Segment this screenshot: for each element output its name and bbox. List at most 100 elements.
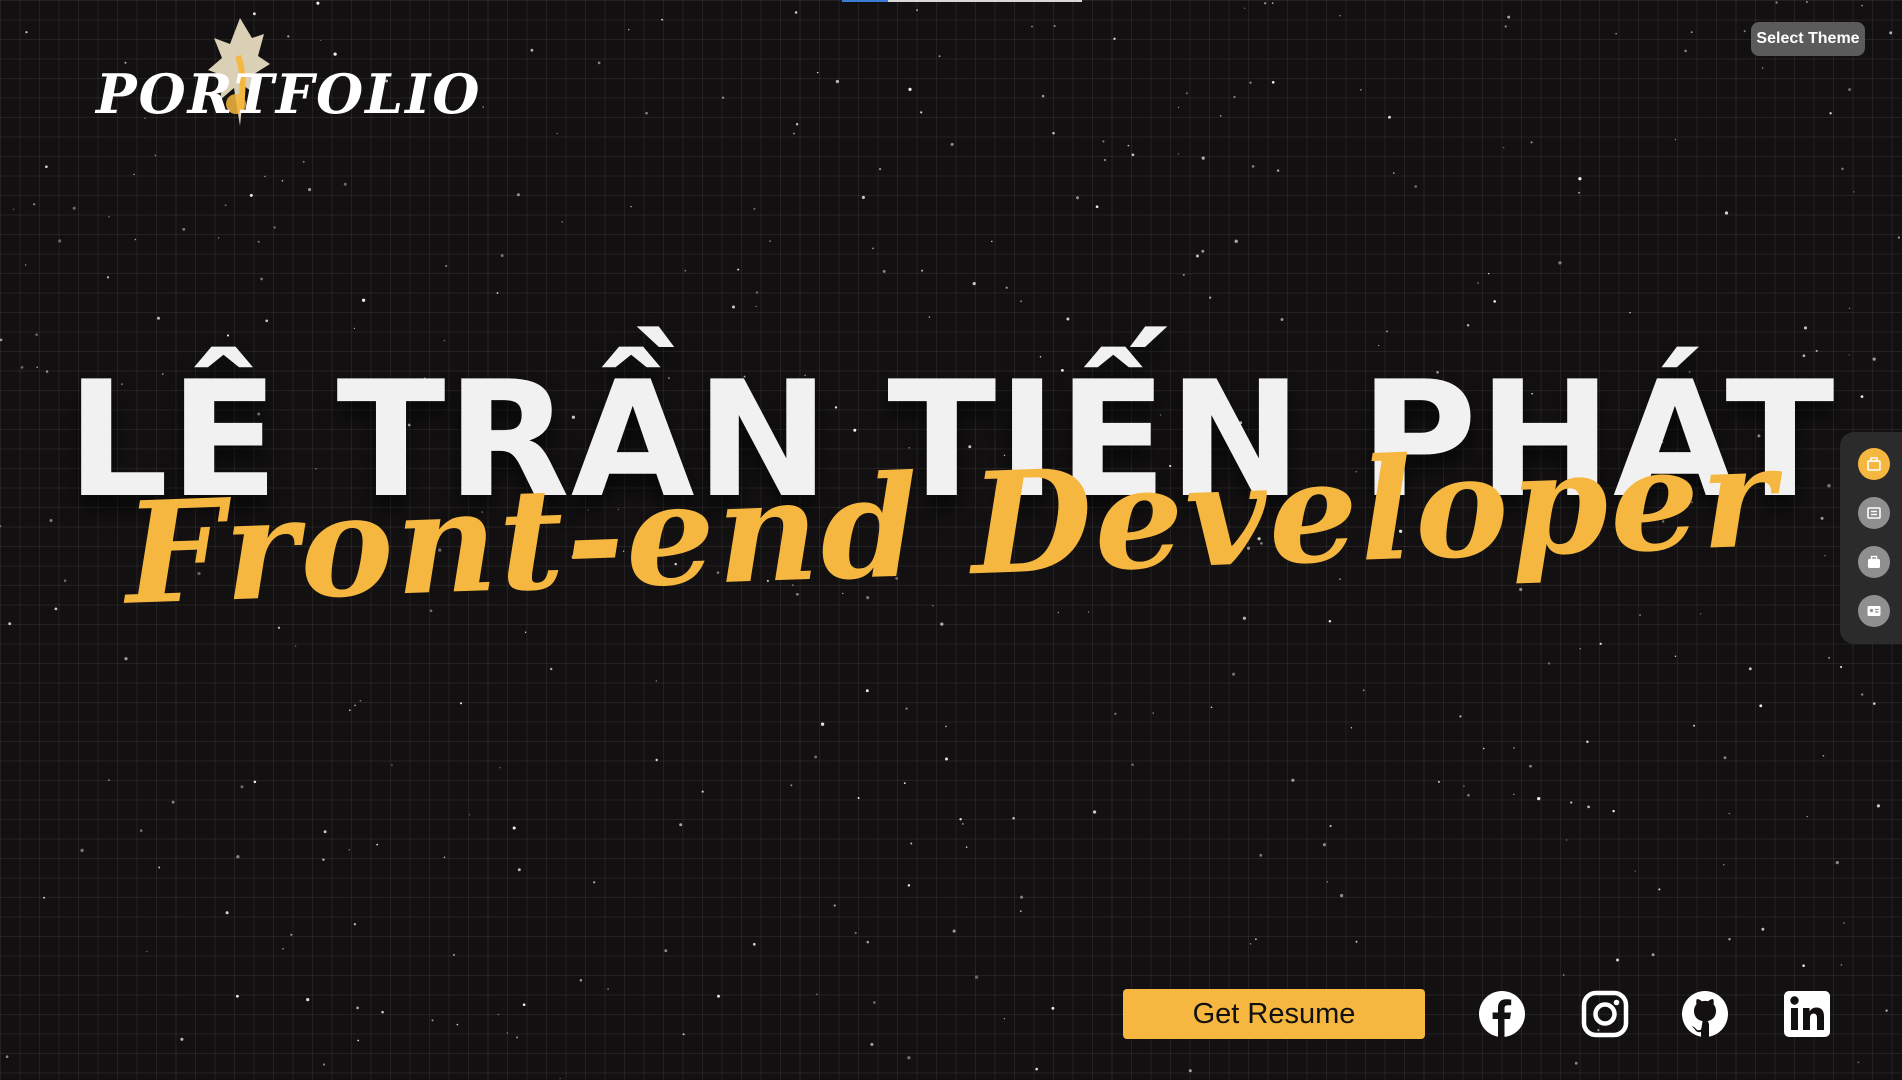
nav-dot-list[interactable]: [1858, 497, 1890, 529]
star: [1249, 81, 1252, 84]
star: [907, 1056, 911, 1060]
star: [1020, 300, 1023, 303]
nav-dot-contact[interactable]: [1858, 595, 1890, 627]
star: [952, 929, 956, 933]
star: [456, 1023, 459, 1026]
star: [308, 188, 312, 192]
star: [1674, 138, 1677, 141]
star: [1003, 1017, 1006, 1020]
star: [506, 1032, 508, 1034]
star: [257, 240, 260, 243]
facebook-icon[interactable]: [1477, 989, 1527, 1039]
star: [1152, 712, 1154, 714]
star: [1848, 88, 1852, 92]
star: [1075, 196, 1080, 200]
star: [790, 784, 793, 787]
get-resume-button[interactable]: Get Resume: [1123, 989, 1425, 1039]
star: [561, 221, 563, 223]
star: [820, 722, 825, 726]
star: [905, 707, 908, 710]
star: [1251, 165, 1255, 168]
star: [482, 106, 484, 108]
star: [1233, 95, 1236, 99]
star: [1209, 296, 1212, 299]
linkedin-icon[interactable]: [1782, 989, 1832, 1039]
star: [1041, 94, 1045, 98]
star: [1255, 938, 1257, 941]
star: [679, 823, 683, 827]
star: [158, 866, 161, 869]
star: [1537, 796, 1541, 801]
star: [1264, 2, 1267, 5]
star: [1463, 785, 1465, 787]
select-theme-button[interactable]: Select Theme: [1751, 22, 1865, 56]
star: [225, 911, 229, 915]
star: [701, 790, 704, 793]
star: [1185, 92, 1188, 95]
star: [1466, 323, 1470, 327]
star: [1066, 317, 1070, 321]
star: [1547, 662, 1551, 665]
star: [1502, 146, 1505, 149]
portfolio-logo[interactable]: PORTFOLIO: [92, 16, 479, 136]
star: [294, 645, 297, 647]
star: [1728, 938, 1731, 941]
star: [854, 931, 857, 935]
star: [1775, 1, 1778, 4]
section-side-nav: [1840, 432, 1902, 644]
star: [630, 205, 632, 208]
star: [1724, 211, 1729, 215]
star: [920, 111, 923, 114]
star: [497, 1013, 500, 1016]
star: [717, 994, 720, 998]
star: [816, 71, 819, 74]
star: [1053, 25, 1056, 27]
instagram-icon[interactable]: [1580, 989, 1630, 1039]
star: [357, 1039, 360, 1042]
star: [961, 822, 964, 825]
star: [908, 87, 912, 91]
star: [253, 780, 257, 784]
star: [1393, 172, 1395, 174]
star: [1360, 89, 1362, 91]
star: [1350, 727, 1353, 729]
star: [1805, 1, 1808, 3]
nav-dot-home[interactable]: [1858, 448, 1890, 480]
star: [1762, 67, 1764, 69]
star: [1748, 667, 1752, 671]
star: [1857, 1061, 1860, 1064]
star: [1728, 812, 1731, 815]
star: [1586, 740, 1589, 744]
star: [5, 1055, 9, 1058]
star: [252, 12, 256, 16]
star: [1802, 964, 1805, 967]
star: [873, 1001, 876, 1004]
nav-dot-briefcase[interactable]: [1858, 546, 1890, 578]
star: [1329, 824, 1332, 828]
star: [1634, 870, 1637, 872]
star: [236, 994, 239, 998]
star: [1339, 893, 1344, 898]
star: [1639, 614, 1642, 617]
star: [517, 868, 521, 872]
star: [1723, 864, 1725, 866]
star: [816, 993, 818, 996]
star: [1612, 809, 1615, 813]
star: [907, 884, 911, 887]
star: [290, 933, 293, 936]
star: [1513, 747, 1515, 749]
star: [1587, 805, 1590, 809]
star: [1761, 927, 1765, 931]
star: [753, 207, 756, 210]
star: [249, 193, 253, 197]
star: [645, 111, 648, 115]
github-icon[interactable]: [1680, 989, 1730, 1039]
star: [1057, 611, 1060, 614]
star: [1355, 940, 1358, 943]
star: [459, 702, 463, 705]
star: [1861, 693, 1864, 696]
star: [348, 849, 350, 851]
star: [1271, 80, 1275, 84]
star: [965, 846, 968, 848]
star: [348, 709, 351, 712]
